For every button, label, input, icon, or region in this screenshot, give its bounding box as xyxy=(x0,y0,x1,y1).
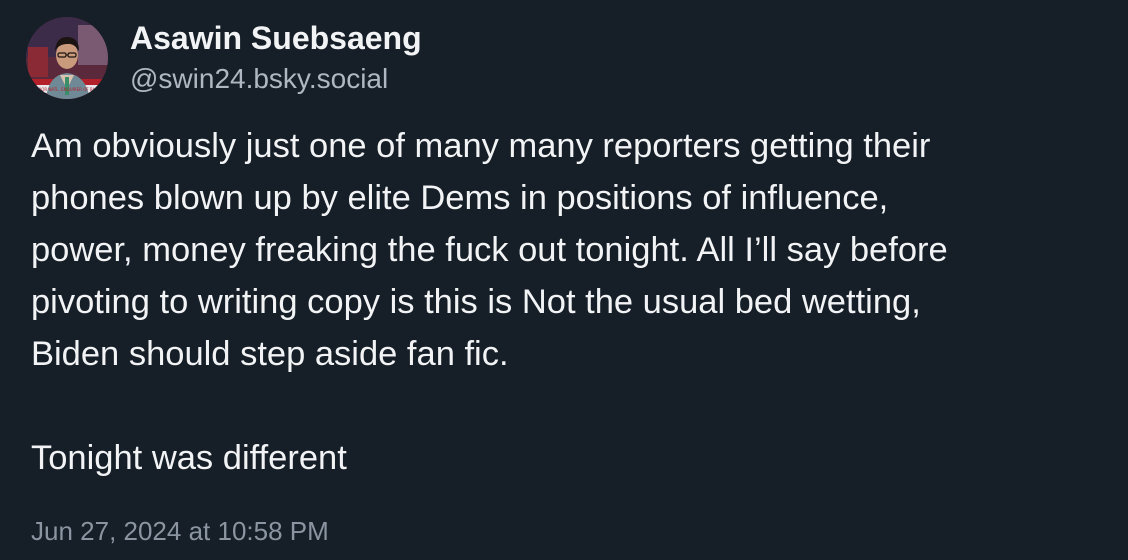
post-text-final-line: Tonight was different xyxy=(31,439,347,477)
svg-text:SENIOR NATL. ENQUIRER OF BLACK: SENIOR NATL. ENQUIRER OF BLACK xyxy=(32,87,103,92)
avatar-photo-icon: SENIOR NATL. ENQUIRER OF BLACK xyxy=(26,17,108,99)
post-text-line: power, money freaking the fuck out tonig… xyxy=(31,231,948,269)
avatar[interactable]: SENIOR NATL. ENQUIRER OF BLACK xyxy=(26,17,108,99)
author-handle[interactable]: @swin24.bsky.social xyxy=(130,61,388,97)
post-text-line: Biden should step aside fan fic. xyxy=(31,335,509,373)
post-text: Am obviously just one of many many repor… xyxy=(31,120,1116,484)
post-text-line: Am obviously just one of many many repor… xyxy=(31,127,931,165)
author-display-name[interactable]: Asawin Suebsaeng xyxy=(130,18,422,58)
post-timestamp[interactable]: Jun 27, 2024 at 10:58 PM xyxy=(31,514,329,548)
post-text-line: phones blown up by elite Dems in positio… xyxy=(31,179,889,217)
post-card: SENIOR NATL. ENQUIRER OF BLACK Asawin Su… xyxy=(0,0,1128,560)
post-text-line: pivoting to writing copy is this is Not … xyxy=(31,283,921,321)
